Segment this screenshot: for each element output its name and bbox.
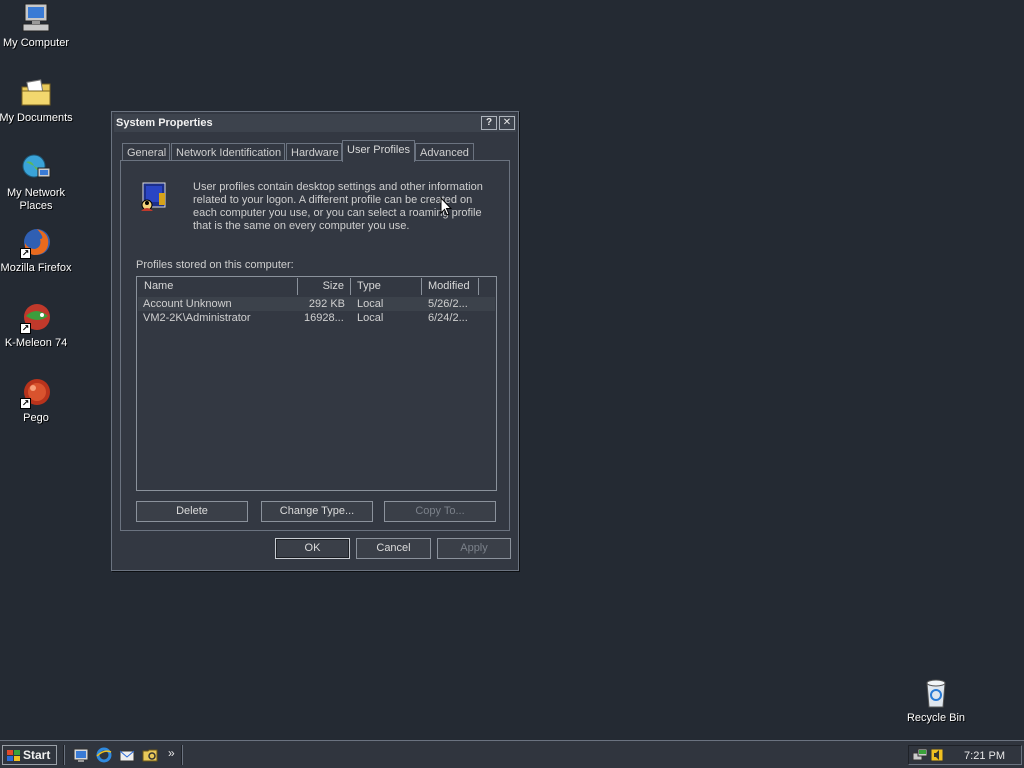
desktop-icon-label: Mozilla Firefox bbox=[0, 262, 72, 274]
desktop-icon-pego[interactable]: ↗ Pego bbox=[0, 377, 74, 425]
shortcut-arrow-icon: ↗ bbox=[20, 323, 31, 334]
column-header-name[interactable]: Name bbox=[138, 278, 298, 295]
change-type-button[interactable]: Change Type... bbox=[261, 501, 373, 522]
windows-explorer-icon[interactable] bbox=[142, 747, 158, 763]
volume-tray-icon[interactable] bbox=[929, 747, 945, 763]
column-header-size[interactable]: Size bbox=[298, 278, 351, 295]
column-header-modified[interactable]: Modified bbox=[422, 278, 479, 295]
desktop-icon-firefox[interactable]: ↗ Mozilla Firefox bbox=[0, 227, 74, 275]
cancel-button[interactable]: Cancel bbox=[356, 538, 431, 559]
desktop-icon-my-documents[interactable]: My Documents bbox=[0, 77, 74, 125]
cell-name: VM2-2K\Administrator bbox=[143, 312, 251, 324]
desktop-icon-recycle-bin[interactable]: Recycle Bin bbox=[898, 677, 974, 725]
desktop-icon-label: My Network Places bbox=[6, 187, 66, 212]
network-places-icon bbox=[20, 152, 52, 184]
pego-icon: ↗ bbox=[20, 377, 52, 409]
recycle-bin-icon bbox=[920, 677, 952, 709]
table-row[interactable]: Account Unknown 292 KB Local 5/26/2... bbox=[138, 297, 495, 311]
desktop-icon-network-places[interactable]: My Network Places bbox=[0, 152, 74, 213]
profiles-label: Profiles stored on this computer: bbox=[136, 259, 294, 271]
taskbar: Start » 7:21 PM bbox=[0, 740, 1024, 768]
table-row[interactable]: VM2-2K\Administrator 16928... Local 6/24… bbox=[138, 311, 495, 325]
cell-modified: 5/26/2... bbox=[428, 298, 468, 310]
listview-header: Name Size Type Modified bbox=[138, 278, 495, 295]
user-profiles-icon bbox=[137, 181, 169, 213]
my-documents-icon bbox=[20, 77, 52, 109]
windows-logo-icon bbox=[7, 749, 20, 761]
copy-to-button[interactable]: Copy To... bbox=[384, 501, 496, 522]
cell-size: 292 KB bbox=[308, 298, 345, 310]
clock[interactable]: 7:21 PM bbox=[964, 750, 1005, 762]
cell-modified: 6/24/2... bbox=[428, 312, 468, 324]
desktop-icon-label: My Computer bbox=[2, 37, 70, 49]
desktop-icon-label: Pego bbox=[23, 412, 49, 424]
close-button[interactable]: ✕ bbox=[499, 116, 515, 130]
tab-user-profiles[interactable]: User Profiles bbox=[342, 140, 415, 162]
cell-name: Account Unknown bbox=[143, 298, 232, 310]
system-properties-dialog: System Properties ? ✕ General Network Id… bbox=[111, 111, 519, 571]
cell-type: Local bbox=[357, 298, 384, 310]
column-header-type[interactable]: Type bbox=[351, 278, 422, 295]
my-computer-icon bbox=[20, 2, 52, 34]
start-button[interactable]: Start bbox=[2, 745, 57, 765]
desktop-icon-label: K-Meleon 74 bbox=[4, 337, 68, 349]
ok-button[interactable]: OK bbox=[275, 538, 350, 559]
desktop-icon-my-computer[interactable]: My Computer bbox=[0, 2, 74, 50]
dialog-titlebar[interactable]: System Properties ? ✕ bbox=[114, 114, 516, 132]
desktop-icon-label: My Documents bbox=[0, 112, 73, 124]
quick-launch-chevron[interactable]: » bbox=[168, 746, 175, 760]
outlook-express-icon[interactable] bbox=[119, 747, 135, 763]
shortcut-arrow-icon: ↗ bbox=[20, 248, 31, 259]
profiles-listview[interactable]: Name Size Type Modified Account Unknown … bbox=[136, 276, 497, 491]
internet-explorer-icon[interactable] bbox=[96, 747, 112, 763]
start-label: Start bbox=[23, 748, 51, 762]
delete-button[interactable]: Delete bbox=[136, 501, 248, 522]
shortcut-arrow-icon: ↗ bbox=[20, 398, 31, 409]
taskbar-separator bbox=[63, 745, 65, 765]
system-tray: 7:21 PM bbox=[908, 745, 1022, 765]
k-meleon-icon: ↗ bbox=[20, 302, 52, 334]
show-desktop-icon[interactable] bbox=[73, 747, 89, 763]
taskbar-separator bbox=[181, 745, 183, 765]
help-button[interactable]: ? bbox=[481, 116, 497, 130]
desktop-icon-k-meleon[interactable]: ↗ K-Meleon 74 bbox=[0, 302, 74, 350]
cell-type: Local bbox=[357, 312, 384, 324]
firefox-icon: ↗ bbox=[20, 227, 52, 259]
apply-button[interactable]: Apply bbox=[437, 538, 511, 559]
network-tray-icon[interactable] bbox=[912, 747, 928, 763]
cell-size: 16928... bbox=[304, 312, 344, 324]
desktop-icon-label: Recycle Bin bbox=[906, 712, 966, 724]
mouse-cursor-icon bbox=[440, 196, 453, 216]
dialog-title: System Properties bbox=[116, 117, 213, 129]
